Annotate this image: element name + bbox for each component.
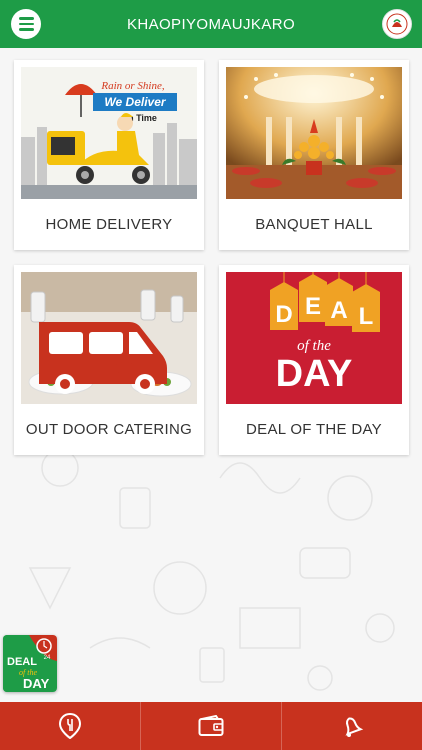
- deal-of-the-day-label: DEAL OF THE DAY: [246, 421, 382, 438]
- deal-day-text: DAY: [276, 353, 353, 395]
- banner-line-1: Rain or Shine,: [100, 80, 164, 92]
- home-delivery-card[interactable]: Rain or Shine, We Deliver On Time HOME D…: [14, 60, 204, 250]
- banquet-hall-label: BANQUET HALL: [255, 216, 373, 233]
- floating-deal-of-the-day-button[interactable]: 24 DEAL of the DAY: [3, 635, 57, 692]
- bottom-navigation: [0, 702, 422, 750]
- deal-of-the-text: of the: [297, 338, 331, 354]
- app-header: KHAOPIYOMAUJKARO: [0, 0, 422, 48]
- nav-tab-location[interactable]: [0, 702, 141, 750]
- nav-tab-notifications[interactable]: [282, 702, 422, 750]
- deal-of-the-day-card[interactable]: D E A L of the DAY DEAL OF THE DAY: [219, 265, 409, 455]
- wallet-icon: [198, 715, 224, 736]
- deal-tag-letter-d: D: [275, 301, 292, 328]
- deal-of-the-day-image: D E A L of the DAY: [226, 272, 402, 404]
- menu-bar-1: [18, 17, 34, 20]
- deal-tag-letter-e: E: [305, 293, 321, 320]
- home-delivery-label: HOME DELIVERY: [45, 216, 173, 233]
- hamburger-menu-button[interactable]: [11, 9, 41, 39]
- brand-logo-button[interactable]: [382, 9, 412, 39]
- banquet-hall-card[interactable]: BANQUET HALL: [219, 60, 409, 250]
- app-title: KHAOPIYOMAUJKARO: [126, 15, 296, 33]
- floating-deal-line-1: DEAL: [7, 656, 37, 668]
- outdoor-catering-card[interactable]: OUT DOOR CATERING: [14, 265, 204, 455]
- home-delivery-image: Rain or Shine, We Deliver On Time: [21, 67, 197, 199]
- outdoor-catering-label: OUT DOOR CATERING: [25, 421, 193, 438]
- location-pin-icon: [59, 713, 81, 739]
- deal-tag-letter-l: L: [359, 303, 374, 330]
- nav-tab-wallet[interactable]: [141, 702, 282, 750]
- floating-deal-line-3: DAY: [23, 676, 50, 691]
- banner-line-2: We Deliver: [104, 95, 166, 109]
- banquet-hall-image: [226, 67, 402, 199]
- outdoor-catering-image: [21, 272, 197, 404]
- menu-bar-2: [18, 22, 34, 26]
- brand-logo-icon: [386, 13, 408, 35]
- menu-bar-3: [18, 28, 34, 31]
- bell-icon: [345, 717, 364, 737]
- deal-tag-letter-a: A: [330, 297, 347, 324]
- floating-deal-clock-number: 24: [44, 655, 51, 661]
